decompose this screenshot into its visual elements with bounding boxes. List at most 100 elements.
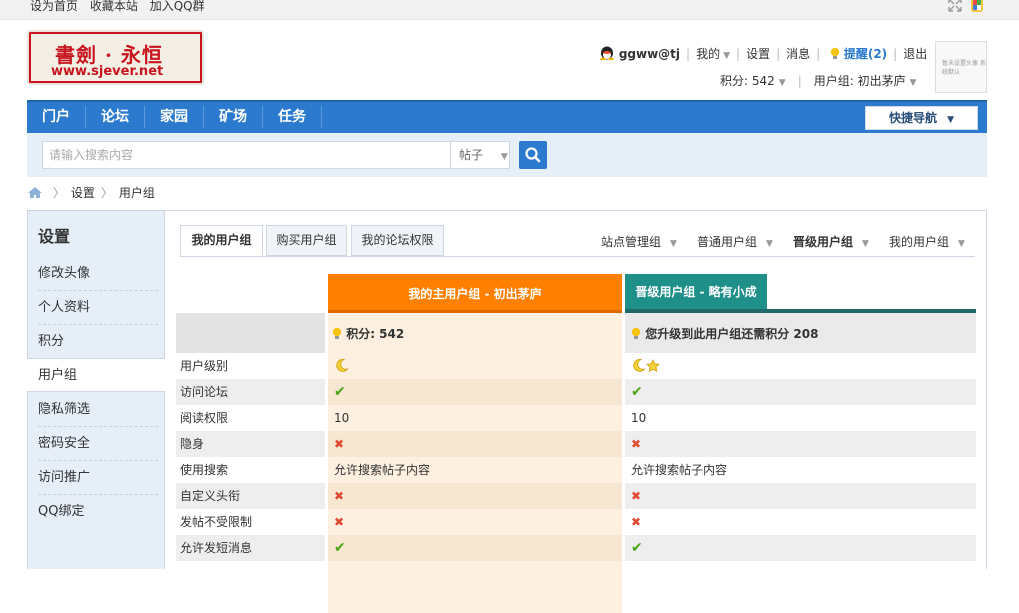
mine-menu[interactable]: 我的 bbox=[696, 47, 720, 61]
home-icon[interactable] bbox=[27, 186, 43, 199]
avatar[interactable]: 暂未设置头像 系统默认 bbox=[935, 41, 987, 93]
current-group-value bbox=[334, 353, 349, 379]
current-group-value: ✖ bbox=[334, 509, 344, 535]
row-label: 发帖不受限制 bbox=[180, 515, 253, 529]
check-icon: ✔ bbox=[334, 384, 346, 400]
caret-down-icon: ▼ bbox=[500, 152, 508, 162]
messages-link[interactable]: 消息 bbox=[786, 47, 810, 61]
next-group-value bbox=[631, 353, 660, 379]
fullscreen-icon[interactable] bbox=[948, 0, 962, 12]
top-utility-bar: 设为首页 收藏本站 加入QQ群 bbox=[0, 0, 1019, 20]
search-bar: 请输入搜索内容 帖子 ▼ bbox=[27, 133, 987, 177]
table-row: 访问论坛 ✔ ✔ bbox=[176, 379, 976, 405]
next-group-value: ✔ bbox=[631, 535, 643, 561]
settings-link[interactable]: 设置 bbox=[746, 47, 770, 61]
sidebar-item-qq-binding[interactable]: QQ绑定 bbox=[38, 495, 158, 529]
usergroup-menu[interactable]: 用户组: 初出茅庐 bbox=[814, 74, 906, 88]
logout-link[interactable]: 退出 bbox=[903, 47, 927, 61]
tab-my-usergroup[interactable]: 我的用户组 bbox=[180, 225, 263, 256]
search-input[interactable]: 请输入搜索内容 bbox=[42, 141, 451, 169]
table-row: 允许发短消息 ✔ ✔ bbox=[176, 535, 976, 561]
breadcrumb-settings[interactable]: 设置 bbox=[71, 186, 95, 200]
breadcrumb: 〉设置〉用户组 bbox=[27, 185, 155, 201]
sidebar-item-promotion[interactable]: 访问推广 bbox=[38, 461, 158, 495]
row-label: 访问论坛 bbox=[180, 385, 229, 399]
main-nav: 门户 论坛 家园 矿场 任务 快捷导航 ▼ bbox=[27, 100, 987, 133]
logo-url-text: www.sjever.net bbox=[51, 64, 164, 79]
points-menu[interactable]: 积分: 542 bbox=[720, 74, 775, 88]
sidebar-item-usergroup[interactable]: 用户组 bbox=[27, 358, 166, 392]
current-group-value: ✖ bbox=[334, 431, 344, 457]
star-icon bbox=[646, 359, 660, 372]
col-header-current-group: 我的主用户组 - 初出茅庐 bbox=[328, 274, 622, 313]
next-group-value: ✖ bbox=[631, 483, 641, 509]
bookmark-link[interactable]: 收藏本站 bbox=[90, 0, 138, 13]
table-row: 发帖不受限制 ✖ ✖ bbox=[176, 509, 976, 535]
tab-forum-permissions[interactable]: 我的论坛权限 bbox=[351, 225, 444, 256]
color-palette-icon[interactable] bbox=[970, 0, 984, 12]
sidebar-item-points[interactable]: 积分 bbox=[38, 325, 158, 359]
check-icon: ✔ bbox=[334, 540, 346, 556]
filter-normal-users[interactable]: 普通用户组 ▼ bbox=[697, 233, 773, 250]
search-type-select[interactable]: 帖子 ▼ bbox=[451, 141, 510, 169]
set-homepage-link[interactable]: 设为首页 bbox=[30, 0, 78, 13]
username-link[interactable]: ggww@tj bbox=[619, 47, 680, 61]
filter-my-groups[interactable]: 我的用户组 ▼ bbox=[889, 233, 965, 250]
bulb-icon bbox=[332, 327, 342, 339]
current-group-value: ✖ bbox=[334, 483, 344, 509]
current-group-value: ✔ bbox=[334, 535, 346, 561]
filter-site-admin[interactable]: 站点管理组 ▼ bbox=[601, 233, 677, 250]
next-group-value: ✖ bbox=[631, 431, 641, 457]
site-logo[interactable]: 書劍 · 永恒 www.sjever.net bbox=[27, 30, 204, 85]
cross-icon: ✖ bbox=[334, 437, 345, 451]
main-panel: 我的用户组 购买用户组 我的论坛权限 站点管理组 ▼ 普通用户组 ▼ 晋级用户组 ▼ … bbox=[165, 210, 987, 613]
user-stats-row: 积分: 542 ▼ | 用户组: 初出茅庐 ▼ bbox=[720, 74, 917, 88]
sidebar-item-avatar[interactable]: 修改头像 bbox=[38, 257, 158, 291]
current-group-value: 10 bbox=[334, 411, 350, 425]
row-label: 阅读权限 bbox=[180, 411, 229, 425]
reminders-link[interactable]: 提醒(2) bbox=[844, 47, 887, 61]
quick-nav-button[interactable]: 快捷导航 ▼ bbox=[865, 106, 978, 130]
quick-nav-label: 快捷导航 bbox=[888, 111, 937, 125]
upgrade-points-needed: 您升级到此用户组还需积分 208 bbox=[631, 325, 818, 342]
current-group-value: 允许搜索帖子内容 bbox=[334, 463, 431, 477]
tab-buy-usergroup[interactable]: 购买用户组 bbox=[266, 225, 347, 256]
table-row: 隐身 ✖ ✖ bbox=[176, 431, 976, 457]
next-group-value: ✖ bbox=[631, 509, 641, 535]
top-links: 设为首页 收藏本站 加入QQ群 bbox=[30, 0, 213, 12]
nav-home[interactable]: 家园 bbox=[145, 102, 203, 133]
nav-portal[interactable]: 门户 bbox=[27, 102, 85, 133]
col-header-next-group: 晋级用户组 - 略有小成 bbox=[625, 274, 767, 310]
search-button[interactable] bbox=[519, 141, 547, 169]
cross-icon: ✖ bbox=[631, 437, 642, 451]
nav-forum[interactable]: 论坛 bbox=[86, 102, 144, 133]
next-group-value: 允许搜索帖子内容 bbox=[631, 463, 728, 477]
filter-promotion-groups[interactable]: 晋级用户组 ▼ bbox=[793, 233, 869, 250]
row-label: 允许发短消息 bbox=[180, 541, 253, 555]
sidebar-title: 设置 bbox=[38, 227, 71, 246]
row-label: 用户级别 bbox=[180, 359, 229, 373]
row-label: 隐身 bbox=[180, 437, 205, 451]
row-label: 使用搜索 bbox=[180, 463, 229, 477]
sidebar-item-password[interactable]: 密码安全 bbox=[38, 427, 158, 461]
caret-down-icon: ▼ bbox=[947, 115, 955, 125]
table-row: 使用搜索 允许搜索帖子内容 允许搜索帖子内容 bbox=[176, 457, 976, 483]
search-type-label: 帖子 bbox=[459, 148, 484, 162]
bulb-icon bbox=[631, 327, 641, 339]
join-qq-group-link[interactable]: 加入QQ群 bbox=[150, 0, 205, 13]
table-row: 自定义头衔 ✖ ✖ bbox=[176, 483, 976, 509]
settings-sidebar: 设置 修改头像 个人资料 积分 用户组 隐私筛选 密码安全 访问推广 QQ绑定 bbox=[27, 210, 166, 569]
moon-icon bbox=[633, 359, 646, 372]
current-group-value: ✔ bbox=[334, 379, 346, 405]
check-icon: ✔ bbox=[631, 540, 643, 556]
sidebar-item-privacy[interactable]: 隐私筛选 bbox=[38, 393, 158, 427]
sidebar-item-profile[interactable]: 个人资料 bbox=[38, 291, 158, 325]
nav-mine[interactable]: 矿场 bbox=[204, 102, 262, 133]
avatar-placeholder-text: 暂未设置头像 系统默认 bbox=[942, 60, 986, 76]
nav-tasks[interactable]: 任务 bbox=[263, 102, 321, 133]
cross-icon: ✖ bbox=[631, 515, 642, 529]
breadcrumb-usergroup[interactable]: 用户组 bbox=[119, 186, 155, 200]
cross-icon: ✖ bbox=[334, 489, 345, 503]
user-menu-row: ggww@tj | 我的 ▼ | 设置 | 消息 | 提醒(2) | 退出 bbox=[599, 46, 927, 62]
table-row: 阅读权限 10 10 bbox=[176, 405, 976, 431]
